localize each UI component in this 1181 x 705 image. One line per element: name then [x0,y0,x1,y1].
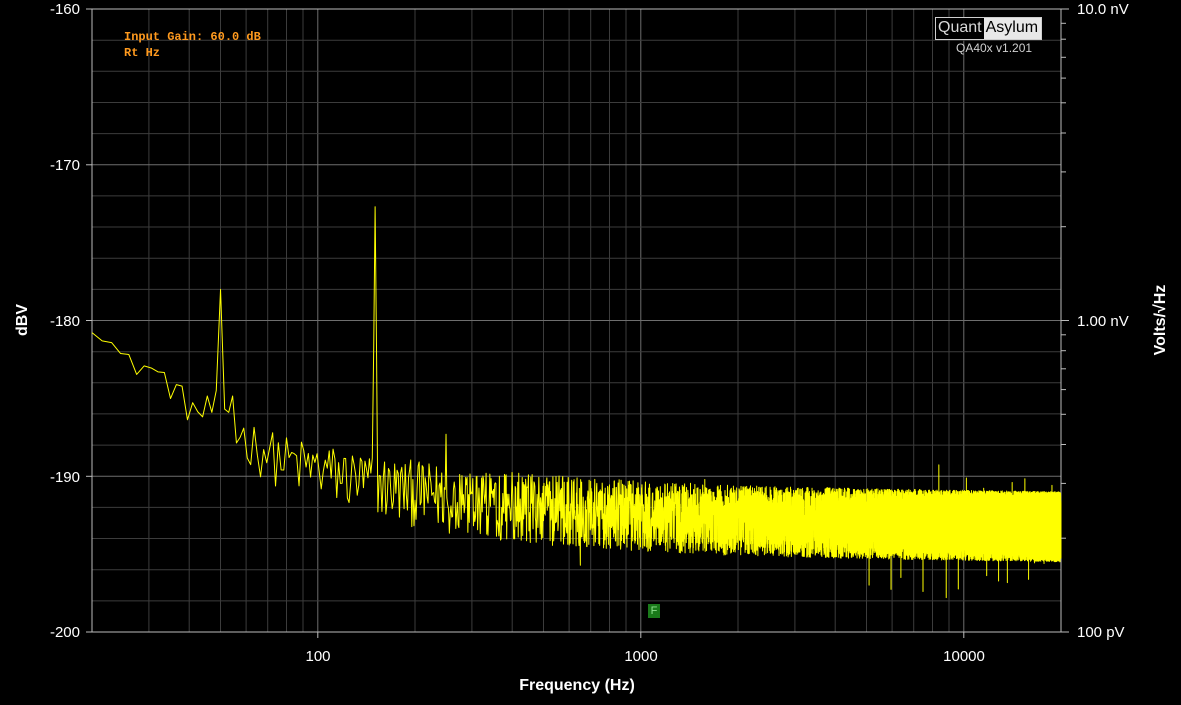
y-axis-title: dBV [14,304,31,336]
y2-axis-title: Volts/√Hz [1152,285,1169,356]
rt-hz-annotation: Rt Hz [124,46,160,60]
x-tick-label: 10000 [943,648,985,665]
x-tick-label: 1000 [624,648,657,665]
y-tick-label: -180 [50,313,80,330]
y-tick-label: -190 [50,469,80,486]
frequency-marker[interactable]: F [648,604,660,618]
noise-spectrum-chart: -160 -170 -180 -190 -200 10.0 nV 1.00 nV… [0,0,1181,705]
y-tick-label: -170 [50,157,80,174]
version-label: QA40x v1.201 [956,41,1033,55]
logo-asylum-text: Asylum [983,18,1042,39]
y2-tick-label: 100 pV [1077,624,1125,641]
x-axis-title: Frequency (Hz) [519,677,635,694]
input-gain-annotation: Input Gain: 60.0 dB [124,30,261,44]
y2-tick-label: 1.00 nV [1077,313,1129,330]
y-tick-label: -160 [50,1,80,18]
y2-tick-label: 10.0 nV [1077,1,1129,18]
quantasylum-logo: Quant Asylum [935,17,1043,40]
x-tick-label: 100 [305,648,330,665]
y-tick-label: -200 [50,624,80,641]
logo-quant-text: Quant [936,18,984,39]
